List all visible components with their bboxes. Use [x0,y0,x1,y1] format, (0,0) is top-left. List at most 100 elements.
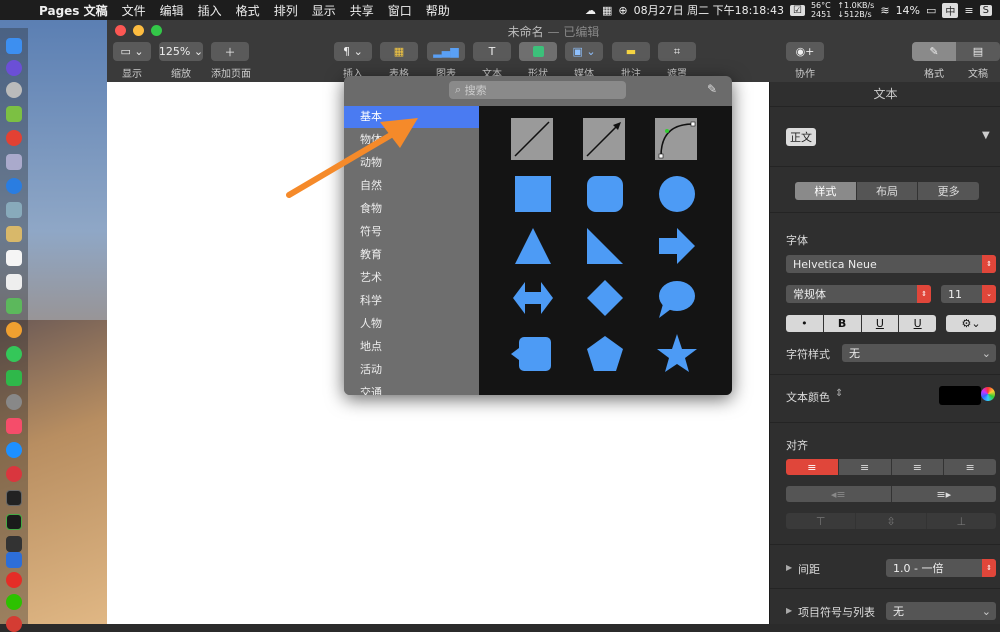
text-color-well[interactable] [939,386,981,405]
menu-format[interactable]: 格式 [229,2,267,19]
menu-arrange[interactable]: 排列 [267,2,305,19]
shape-arrow[interactable] [659,228,695,264]
bullet-button[interactable]: • [786,315,824,332]
underline-button[interactable]: U [861,315,900,332]
paragraph-style-selector[interactable]: 正文 [786,128,816,146]
char-style-select[interactable]: 无 ⌄ [842,344,996,362]
zoom-select[interactable]: 125% ⌄ [159,42,203,61]
text-options-button[interactable]: ⚙⌄ [946,315,996,332]
align-bottom-button[interactable]: ⊥ [926,513,996,529]
menu-share[interactable]: 共享 [343,2,381,19]
input-method[interactable]: 中 [942,2,959,18]
cloud-icon[interactable]: ☁ [585,4,596,17]
align-top-button[interactable]: ⊤ [786,513,857,529]
chart-button[interactable]: ▂▄▆ [427,42,465,61]
shape-button[interactable] [519,42,557,61]
bullets-select[interactable]: 无 ⌄ [886,602,996,620]
category-art[interactable]: 艺术 [344,267,479,289]
battery-percent[interactable]: 14% [896,4,920,17]
tab-more[interactable]: 更多 [918,182,979,200]
settings-icon[interactable] [6,394,22,410]
calendar-app-icon[interactable] [6,250,22,266]
maps-icon[interactable] [6,298,22,314]
disclosure-triangle-icon[interactable]: ▶ [786,563,792,572]
menu-app-name[interactable]: Pages 文稿 [32,2,115,19]
app-s-icon[interactable]: S [979,4,992,16]
menu-insert[interactable]: 插入 [191,2,229,19]
font-name-select[interactable]: Helvetica Neue ⇕ [786,255,996,273]
color-wheel-icon[interactable] [981,387,995,401]
document-button[interactable]: ▤ [956,42,1000,61]
vpn-icon[interactable] [6,552,22,568]
photos-icon[interactable] [6,322,22,338]
mail-icon[interactable] [6,154,22,170]
disclosure-triangle-icon[interactable]: ▶ [786,606,792,615]
shape-arrow-line[interactable] [583,118,625,160]
font-size-field[interactable]: 11 ⌄ [941,285,996,303]
increase-indent-button[interactable]: ≡▸ [891,486,996,502]
control-icon[interactable]: ☑ [789,4,805,16]
system-stats[interactable]: 56°C 2451 [811,1,831,19]
category-places[interactable]: 地点 [344,336,479,358]
category-animals[interactable]: 动物 [344,152,479,174]
spacing-select[interactable]: 1.0 - 一倍 ⇕ [886,559,996,577]
yandex-icon[interactable] [6,572,22,588]
clock-text[interactable]: 08月27日 周二 下午18:18:43 [634,2,784,18]
globe-icon[interactable]: ⊕ [618,4,627,17]
shape-right-triangle[interactable] [587,228,623,264]
terminal-icon[interactable] [6,490,22,506]
comment-button[interactable]: ▬ [612,42,650,61]
category-nature[interactable]: 自然 [344,175,479,197]
menu-window[interactable]: 窗口 [381,2,419,19]
category-symbols[interactable]: 符号 [344,221,479,243]
pen-icon[interactable]: ✎ [707,82,717,96]
format-button[interactable]: ✎ [912,42,956,61]
shape-rounded-square[interactable] [587,176,623,212]
category-transport[interactable]: 交通 [344,382,479,395]
add-page-button[interactable]: ＋ [211,42,249,61]
shape-circle[interactable] [659,176,695,212]
list-icon[interactable]: ≡ [964,4,973,17]
shape-square[interactable] [515,176,551,212]
shape-curve[interactable] [655,118,697,160]
justify-button[interactable]: ≡ [944,459,996,475]
wechat-icon[interactable] [6,594,22,610]
category-food[interactable]: 食物 [344,198,479,220]
view-button[interactable]: ▭ ⌄ [113,42,151,61]
safari-icon[interactable] [6,178,22,194]
facetime-icon[interactable] [6,370,22,386]
shape-star[interactable] [657,334,697,372]
category-science[interactable]: 科学 [344,290,479,312]
preview-icon[interactable] [6,202,22,218]
crop-button[interactable]: ⌗ [658,42,696,61]
shape-pentagon[interactable] [587,336,623,371]
finder-icon[interactable] [6,38,22,54]
menu-edit[interactable]: 编辑 [153,2,191,19]
chrome-icon[interactable] [6,130,22,146]
align-left-button[interactable]: ≡ [786,459,839,475]
shape-triangle[interactable] [515,228,551,264]
menu-file[interactable]: 文件 [115,2,153,19]
category-people[interactable]: 人物 [344,313,479,335]
shape-speech-bubble[interactable] [659,281,695,318]
reminders-icon[interactable] [6,274,22,290]
category-education[interactable]: 教育 [344,244,479,266]
activity-monitor-icon[interactable] [6,514,22,530]
tab-style[interactable]: 样式 [795,182,857,200]
media-button[interactable]: ▣ ⌄ [565,42,603,61]
category-objects[interactable]: 物体 [344,129,479,151]
bold-button[interactable]: B [823,315,862,332]
font-weight-select[interactable]: 常规体 ⇕ [786,285,931,303]
music-icon[interactable] [6,418,22,434]
strikethrough-button[interactable]: U [899,315,936,332]
category-basic[interactable]: 基本 [344,106,479,128]
collaborate-button[interactable]: ◉+ [786,42,824,61]
category-activities[interactable]: 活动 [344,359,479,381]
network-stats[interactable]: ↑1.0KB/s ↓512B/s [837,1,874,19]
align-middle-button[interactable]: ⇳ [856,513,927,529]
siri-icon[interactable] [6,60,22,76]
insert-button[interactable]: ¶ ⌄ [334,42,372,61]
menu-help[interactable]: 帮助 [419,2,457,19]
vivaldi-icon[interactable] [6,466,22,482]
messages-icon[interactable] [6,346,22,362]
